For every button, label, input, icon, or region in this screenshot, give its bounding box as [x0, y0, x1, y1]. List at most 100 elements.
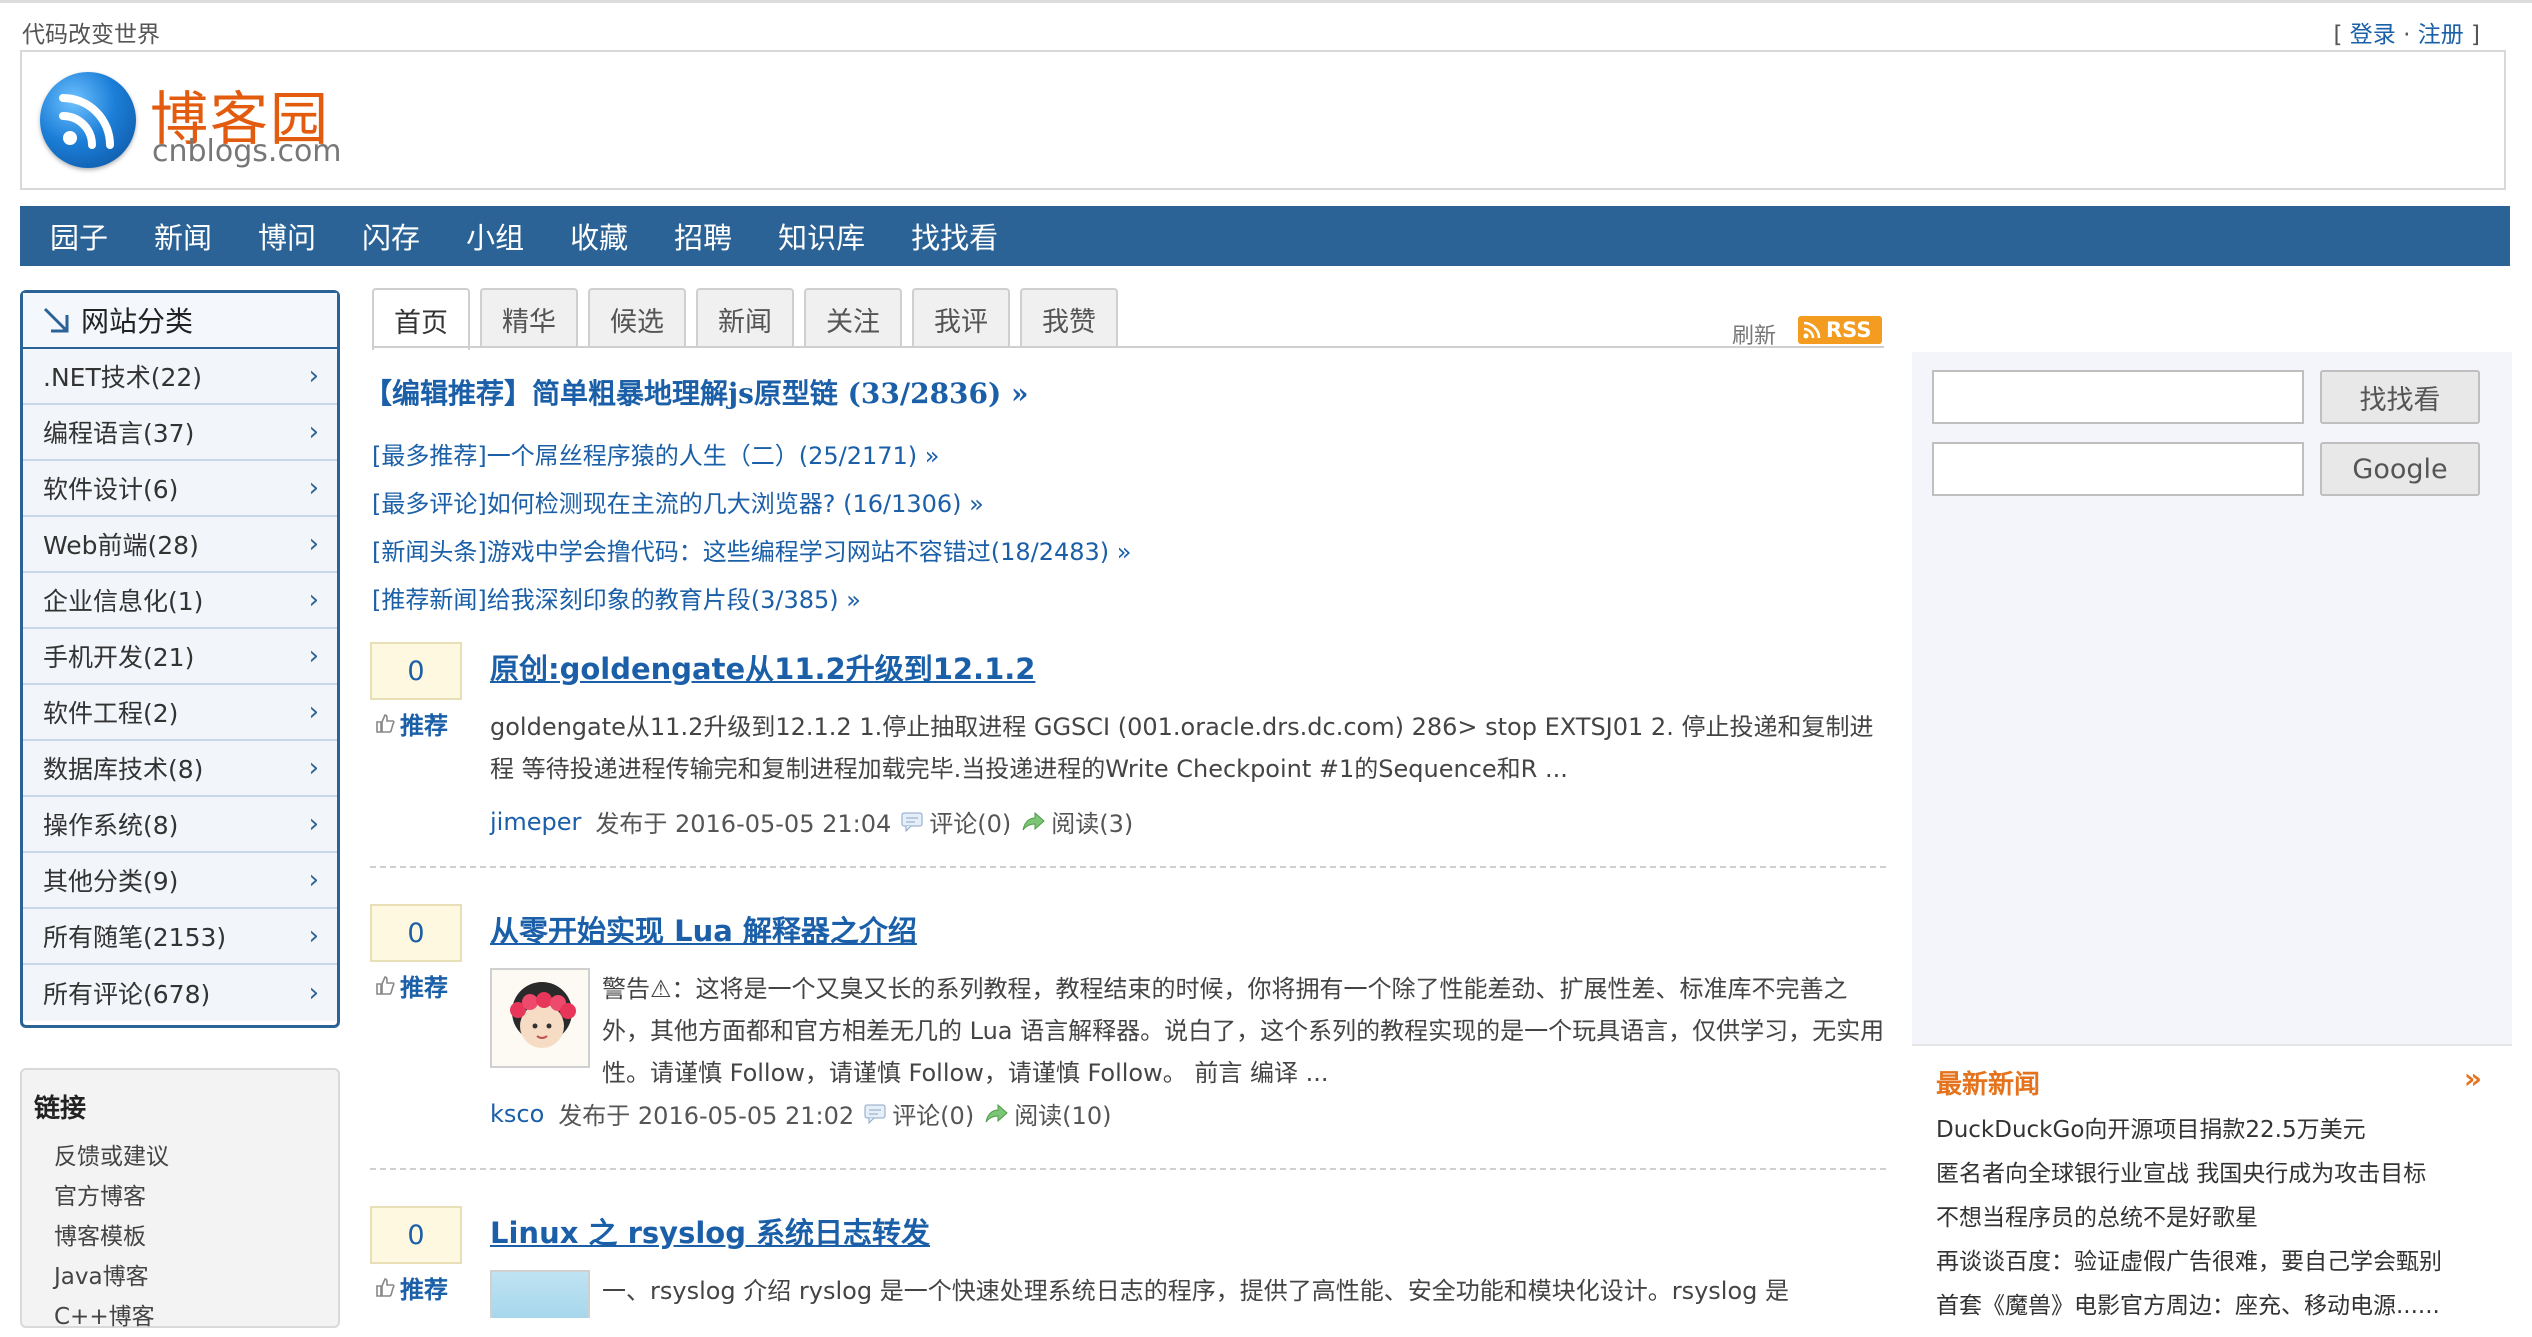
category-panel: 网站分类 .NET技术(22) › 编程语言(37) › 软件设计(6) › Web前… [20, 290, 340, 1028]
tab-my-likes[interactable]: 我赞 [1020, 288, 1118, 348]
post-meta: jimeper 发布于 2016-05-05 21:04 评论(0) 阅读(3) [490, 804, 1133, 839]
arrow-down-right-icon [43, 307, 69, 333]
recommend-label: 推荐 [400, 711, 448, 740]
comment-icon [901, 812, 923, 832]
post-thumbnail[interactable] [490, 1270, 590, 1318]
post-title[interactable]: 从零开始实现 Lua 解释器之介绍 [490, 908, 917, 950]
digg-box: 0 推荐 [370, 642, 462, 740]
tab-candidates[interactable]: 候选 [588, 288, 686, 348]
thumbs-up-icon [376, 976, 395, 995]
link-official-blog[interactable]: 官方博客 [54, 1177, 338, 1217]
category-item-programming[interactable]: 编程语言(37) › [23, 405, 337, 461]
site-search-button[interactable]: 找找看 [2320, 370, 2480, 424]
login-link[interactable]: 登录 [2350, 22, 2396, 48]
google-search-input[interactable] [1932, 442, 2304, 496]
headline-most-commented[interactable]: [最多评论]如何检测现在主流的几大浏览器? (16/1306) » [372, 484, 984, 519]
nav-item-qa[interactable]: 博问 [258, 215, 316, 257]
latest-news-title: 最新新闻 [1936, 1070, 2041, 1100]
news-item[interactable]: 匿名者向全球银行业宣战 我国央行成为攻击目标 [1936, 1152, 2442, 1196]
category-label: 手机开发(21) [43, 643, 195, 672]
tab-following[interactable]: 关注 [804, 288, 902, 348]
latest-news-panel: 最新新闻 » DuckDuckGo向开源项目捐款22.5万美元 匿名者向全球银行… [1912, 1044, 2512, 1319]
category-item-all-comments[interactable]: 所有评论(678) › [23, 965, 337, 1021]
rss-label: RSS [1826, 318, 1872, 342]
tab-featured[interactable]: 精华 [480, 288, 578, 348]
headline-most-recommended[interactable]: [最多推荐]一个屌丝程序猿的人生（二）(25/2171) » [372, 436, 939, 471]
category-label: 其他分类(9) [43, 867, 179, 896]
category-item-mobile[interactable]: 手机开发(21) › [23, 629, 337, 685]
chevron-right-icon: › [308, 753, 319, 783]
category-item-engineering[interactable]: 软件工程(2) › [23, 685, 337, 741]
nav-item-groups[interactable]: 小组 [466, 215, 524, 257]
link-separator: · [2403, 22, 2411, 48]
tab-home[interactable]: 首页 [372, 288, 470, 350]
register-link[interactable]: 注册 [2418, 22, 2464, 48]
links-title: 链接 [34, 1094, 87, 1124]
tab-news[interactable]: 新闻 [696, 288, 794, 348]
nav-item-news[interactable]: 新闻 [154, 215, 212, 257]
comment-count[interactable]: 评论(0) [892, 1096, 974, 1131]
link-blog-templates[interactable]: 博客模板 [54, 1217, 338, 1257]
rss-button[interactable]: RSS [1798, 316, 1882, 344]
category-label: 编程语言(37) [43, 419, 195, 448]
category-label: 软件设计(6) [43, 475, 179, 504]
category-header: 网站分类 [23, 293, 337, 349]
category-label: 操作系统(8) [43, 811, 179, 840]
post-summary: 警告⚠：这将是一个又臭又长的系列教程，教程结束的时候，你将拥有一个除了性能差劲、… [602, 975, 1885, 1087]
nav-item-search[interactable]: 找找看 [911, 215, 998, 257]
comment-count[interactable]: 评论(0) [929, 804, 1011, 839]
tab-my-comments[interactable]: 我评 [912, 288, 1010, 348]
news-item[interactable]: DuckDuckGo向开源项目捐款22.5万美元 [1936, 1108, 2442, 1152]
post-title[interactable]: 原创:goldengate从11.2升级到12.1.2 [490, 646, 1035, 688]
nav-item-flash[interactable]: 闪存 [362, 215, 420, 257]
category-item-all-posts[interactable]: 所有随笔(2153) › [23, 909, 337, 965]
post-divider [370, 1168, 1886, 1170]
editor-pick-headline[interactable]: 【编辑推荐】简单粗暴地理解js原型链 (33/2836) » [364, 372, 1029, 412]
news-item[interactable]: 再谈谈百度：验证虚假广告很难，要自己学会甄别 [1936, 1240, 2442, 1284]
link-feedback[interactable]: 反馈或建议 [54, 1137, 338, 1177]
category-item-other[interactable]: 其他分类(9) › [23, 853, 337, 909]
news-item[interactable]: 不想当程序员的总统不是好歌星 [1936, 1196, 2442, 1240]
nav-item-yuanzi[interactable]: 园子 [50, 215, 108, 257]
nav-item-jobs[interactable]: 招聘 [674, 215, 732, 257]
nav-item-favorites[interactable]: 收藏 [570, 215, 628, 257]
post-meta: ksco 发布于 2016-05-05 21:02 评论(0) 阅读(10) [490, 1096, 1111, 1131]
recommend-button[interactable]: 推荐 [370, 706, 462, 740]
recommend-button[interactable]: 推荐 [370, 1270, 462, 1304]
category-label: .NET技术(22) [43, 363, 203, 392]
category-item-design[interactable]: 软件设计(6) › [23, 461, 337, 517]
link-cpp-blog[interactable]: C++博客 [54, 1297, 338, 1337]
category-label: Web前端(28) [43, 531, 199, 560]
rss-logo-icon[interactable] [40, 72, 136, 168]
recommend-button[interactable]: 推荐 [370, 968, 462, 1002]
post-title[interactable]: Linux 之 rsyslog 系统日志转发 [490, 1210, 930, 1252]
post-item: 0 推荐 原创:goldengate从11.2升级到12.1.2 goldeng… [370, 642, 1886, 882]
category-item-os[interactable]: 操作系统(8) › [23, 797, 337, 853]
headline-top-news[interactable]: [新闻头条]游戏中学会撸代码：这些编程学习网站不容错过(18/2483) » [372, 532, 1131, 567]
post-author[interactable]: jimeper [490, 808, 581, 836]
category-item-database[interactable]: 数据库技术(8) › [23, 741, 337, 797]
site-search-input[interactable] [1932, 370, 2304, 424]
post-date: 发布于 2016-05-05 21:02 [558, 1102, 855, 1130]
category-label: 所有评论(678) [43, 980, 211, 1009]
logo-text-en[interactable]: cnblogs.com [152, 134, 342, 169]
read-arrow-icon [985, 1103, 1008, 1122]
refresh-link[interactable]: 刷新 [1732, 318, 1776, 350]
news-more-link[interactable]: » [2464, 1062, 2482, 1095]
nav-item-kb[interactable]: 知识库 [778, 215, 865, 257]
post-author[interactable]: ksco [490, 1100, 544, 1128]
category-item-net[interactable]: .NET技术(22) › [23, 349, 337, 405]
tab-divider [372, 346, 1884, 348]
news-item[interactable]: 首套《魔兽》电影官方周边：座充、移动电源...... [1936, 1284, 2442, 1328]
site-header: 博客园 cnblogs.com [20, 50, 2506, 190]
recommend-label: 推荐 [400, 973, 448, 1002]
category-item-web[interactable]: Web前端(28) › [23, 517, 337, 573]
post-summary: 一、rsyslog 介绍 ryslog 是一个快速处理系统日志的程序，提供了高性… [602, 1277, 1790, 1305]
read-arrow-icon [1022, 811, 1046, 830]
link-java-blog[interactable]: Java博客 [54, 1257, 338, 1297]
headline-recommended-news[interactable]: [推荐新闻]给我深刻印象的教育片段(3/385) » [372, 580, 861, 615]
digg-count: 0 [370, 1206, 462, 1264]
google-search-button[interactable]: Google [2320, 442, 2480, 496]
category-item-enterprise[interactable]: 企业信息化(1) › [23, 573, 337, 629]
author-avatar[interactable] [490, 968, 590, 1068]
